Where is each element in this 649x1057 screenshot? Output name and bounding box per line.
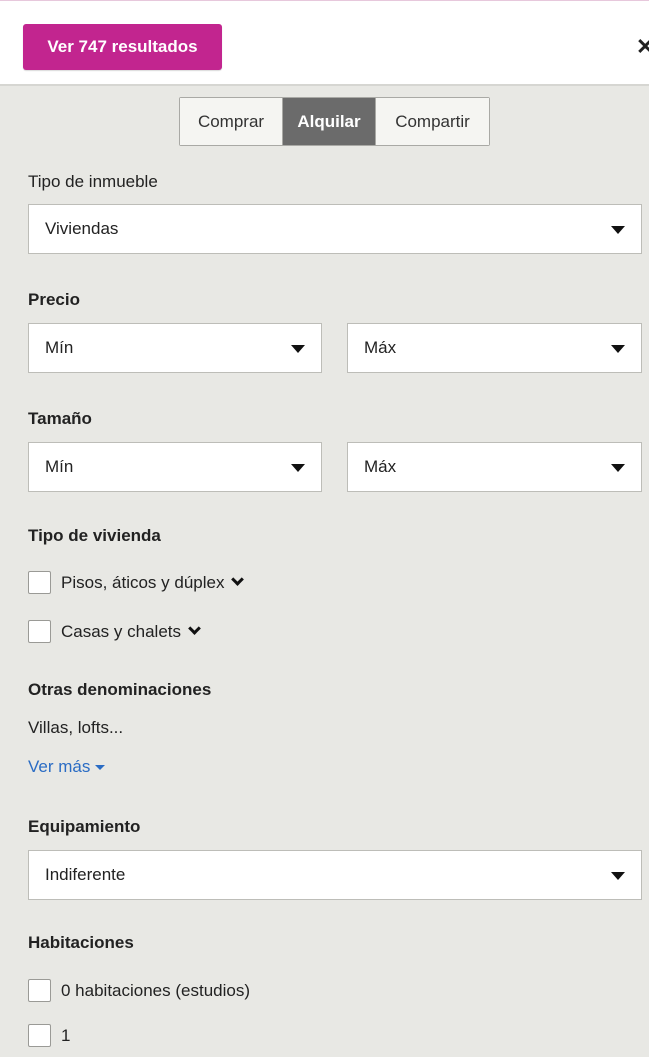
caret-down-icon (611, 345, 625, 353)
size-label: Tamaño (28, 409, 92, 428)
other-names-text: Villas, lofts... (28, 718, 124, 737)
size-min-value: Mín (45, 457, 74, 476)
caret-down-icon (611, 464, 625, 472)
caret-down-icon (291, 345, 305, 353)
checkbox[interactable] (28, 1024, 51, 1047)
close-icon[interactable]: ✕ (636, 35, 649, 59)
home-type-option-pisos[interactable]: Pisos, áticos y dúplex (28, 571, 245, 594)
show-results-button[interactable]: Ver 747 resultados (23, 24, 222, 70)
caret-down-icon (611, 226, 625, 234)
size-max-select[interactable]: Máx (347, 442, 642, 492)
rooms-label: Habitaciones (28, 933, 134, 952)
checkbox[interactable] (28, 571, 51, 594)
property-type-label: Tipo de inmueble (28, 172, 158, 191)
home-type-option-casas[interactable]: Casas y chalets (28, 620, 201, 643)
chevron-down-icon[interactable] (231, 573, 245, 586)
rooms-option-1[interactable]: 1 (28, 1024, 70, 1047)
price-max-value: Máx (364, 338, 397, 357)
price-label: Precio (28, 290, 80, 309)
equipment-select[interactable]: Indiferente (28, 850, 642, 900)
operation-toggle: Comprar Alquilar Compartir (179, 97, 490, 146)
checkbox[interactable] (28, 620, 51, 643)
price-min-value: Mín (45, 338, 74, 357)
tab-compartir[interactable]: Compartir (375, 98, 489, 145)
caret-down-icon (95, 764, 106, 770)
see-more-link[interactable]: Ver más (28, 757, 106, 777)
option-label: 0 habitaciones (estudios) (61, 980, 251, 1000)
price-min-select[interactable]: Mín (28, 323, 322, 373)
results-header: Ver 747 resultados ✕ (0, 0, 649, 86)
other-names-label: Otras denominaciones (28, 680, 212, 699)
tab-comprar[interactable]: Comprar (180, 98, 283, 145)
option-label: Pisos, áticos y dúplex (61, 572, 225, 592)
rooms-option-0[interactable]: 0 habitaciones (estudios) (28, 979, 250, 1002)
equipment-label: Equipamiento (28, 817, 141, 836)
checkbox[interactable] (28, 979, 51, 1002)
size-max-value: Máx (364, 457, 397, 476)
property-type-select[interactable]: Viviendas (28, 204, 642, 254)
option-label: Casas y chalets (61, 621, 181, 641)
tab-alquilar[interactable]: Alquilar (283, 98, 375, 145)
caret-down-icon (291, 464, 305, 472)
see-more-label: Ver más (28, 757, 91, 776)
option-label: 1 (61, 1025, 71, 1045)
home-type-label: Tipo de vivienda (28, 526, 161, 545)
property-type-value: Viviendas (45, 219, 119, 238)
equipment-value: Indiferente (45, 865, 126, 884)
price-max-select[interactable]: Máx (347, 323, 642, 373)
caret-down-icon (611, 872, 625, 880)
chevron-down-icon[interactable] (188, 622, 201, 635)
size-min-select[interactable]: Mín (28, 442, 322, 492)
